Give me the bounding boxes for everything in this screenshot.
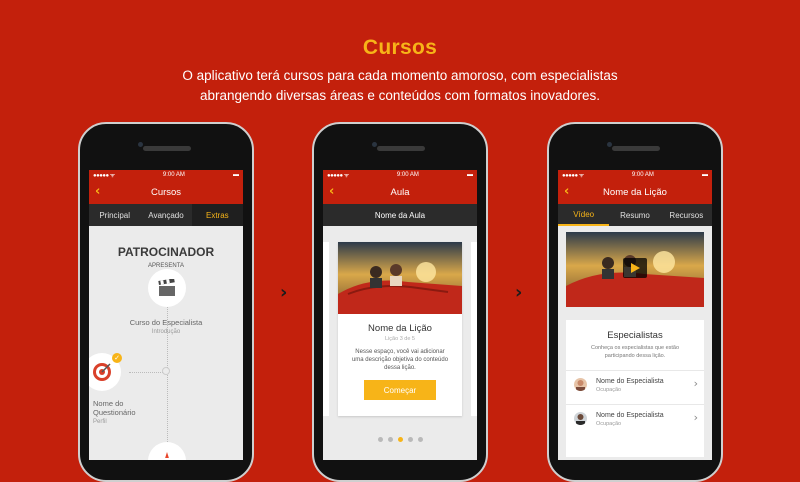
next-card-peek[interactable]	[471, 242, 477, 416]
specialist-occupation: Ocupação	[596, 421, 622, 427]
battery-icon: ▬	[233, 172, 239, 178]
panel-subtitle: Conheça os especialistas que estão parti…	[590, 345, 680, 359]
tab-resumo[interactable]: Resumo	[609, 204, 660, 226]
nav-bar: ‹ Nome da Lição	[558, 180, 712, 204]
tab-bar: Vídeo Resumo Recursos	[558, 204, 712, 226]
speaker-grille	[612, 146, 660, 151]
play-button[interactable]	[623, 258, 647, 278]
chevron-right-icon: ›	[693, 411, 698, 424]
status-bar: ●●●●● ᯤ 9:00 AM ▬	[558, 170, 712, 180]
back-chevron-icon[interactable]: ‹	[564, 184, 569, 199]
back-chevron-icon[interactable]: ‹	[329, 184, 334, 199]
path-junction	[162, 367, 170, 375]
description-line-1: O aplicativo terá cursos para cada momen…	[182, 68, 618, 83]
status-time: 9:00 AM	[396, 172, 419, 178]
specialists-panel: Especialistas Conheça os especialistas q…	[566, 320, 704, 460]
page-indicator[interactable]	[323, 437, 477, 442]
panel-title: Especialistas	[607, 330, 663, 341]
nav-bar: ‹ Cursos	[89, 180, 243, 204]
tab-principal[interactable]: Principal	[89, 204, 140, 226]
specialist-row[interactable]: Nome do Especialista Ocupação ›	[566, 370, 704, 399]
chevron-right-icon: ›	[693, 377, 698, 390]
signal-wifi-icon: ●●●●● ᯤ	[327, 173, 349, 179]
video-player[interactable]	[566, 232, 704, 307]
lesson-card[interactable]: Nome da Lição Lição 3 de 5 Nesse espaço,…	[338, 242, 462, 416]
nav-bar: ‹ Aula	[323, 180, 477, 204]
nav-title: Aula	[390, 186, 410, 198]
film-clapper-icon	[158, 279, 175, 296]
camera-dot	[607, 142, 612, 147]
page-dot[interactable]	[417, 437, 423, 442]
next-arrow-icon: ›	[515, 282, 523, 303]
lesson-description: Nesse espaço, você vai adicionar uma des…	[351, 349, 449, 371]
specialist-row[interactable]: Nome do Especialista Ocupação ›	[566, 404, 704, 433]
start-button[interactable]: Começar	[364, 380, 436, 400]
lesson-title: Nome da Lição	[368, 323, 432, 334]
battery-icon: ▬	[702, 172, 708, 178]
speaker-grille	[143, 146, 191, 151]
screen-licao: ●●●●● ᯤ 9:00 AM ▬ ‹ Nome da Lição Vídeo …	[558, 170, 712, 460]
course-node[interactable]	[148, 269, 186, 307]
tab-bar: Principal Avançado Extras	[89, 204, 243, 226]
status-bar: ●●●●● ᯤ 9:00 AM ▬	[89, 170, 243, 180]
check-badge-icon: ✓	[112, 353, 122, 363]
next-arrow-icon: ›	[280, 282, 288, 303]
quiz-title-line-1[interactable]: Nome do	[93, 399, 123, 408]
phone-mockup-cursos: ●●●●● ᯤ 9:00 AM ▬ ‹ Cursos Principal Ava…	[78, 122, 254, 482]
status-time: 9:00 AM	[162, 172, 185, 178]
slide-description: O aplicativo terá cursos para cada momen…	[120, 66, 680, 106]
traffic-cone-icon	[164, 452, 170, 460]
lesson-header: Nome da Aula	[323, 204, 477, 226]
speaker-grille	[377, 146, 425, 151]
tab-extras[interactable]: Extras	[191, 204, 243, 226]
description-line-2: abrangendo diversas áreas e conteúdos co…	[200, 88, 600, 103]
lesson-number: Lição 3 de 5	[385, 336, 415, 342]
panel-divider	[558, 457, 712, 460]
quiz-title-line-2[interactable]: Questionário	[93, 408, 136, 417]
sponsor-heading: PATROCINADOR	[117, 245, 215, 259]
specialist-name: Nome do Especialista	[596, 412, 664, 419]
signal-wifi-icon: ●●●●● ᯤ	[93, 173, 115, 179]
play-icon	[631, 263, 640, 273]
status-bar: ●●●●● ᯤ 9:00 AM ▬	[323, 170, 477, 180]
page-dot[interactable]	[407, 437, 413, 442]
course-title[interactable]: Curso do Especialista	[89, 318, 243, 327]
page-dot[interactable]	[387, 437, 393, 442]
nav-title: Cursos	[150, 186, 182, 198]
page-dot[interactable]	[377, 437, 383, 442]
course-subtitle: Introdução	[151, 329, 181, 335]
camera-dot	[372, 142, 377, 147]
slide-title: Cursos	[362, 36, 438, 59]
avatar	[574, 412, 587, 425]
avatar	[574, 378, 587, 391]
next-node[interactable]	[148, 442, 186, 460]
previous-card-peek[interactable]	[323, 242, 329, 416]
screen-cursos: ●●●●● ᯤ 9:00 AM ▬ ‹ Cursos Principal Ava…	[89, 170, 243, 460]
nav-title: Nome da Lição	[603, 186, 667, 198]
back-chevron-icon[interactable]: ‹	[95, 184, 100, 199]
target-icon	[93, 363, 111, 381]
screen-aula: ●●●●● ᯤ 9:00 AM ▬ ‹ Aula Nome da Aula No…	[323, 170, 477, 460]
lesson-image	[338, 242, 462, 314]
tab-recursos[interactable]: Recursos	[661, 204, 712, 226]
tab-video[interactable]: Vídeo	[558, 204, 610, 226]
tab-avancado[interactable]: Avançado	[140, 204, 191, 226]
camera-dot	[138, 142, 143, 147]
battery-icon: ▬	[467, 172, 473, 178]
phone-mockup-licao: ●●●●● ᯤ 9:00 AM ▬ ‹ Nome da Lição Vídeo …	[547, 122, 723, 482]
specialist-name: Nome do Especialista	[596, 378, 664, 385]
page-dot-active[interactable]	[397, 437, 403, 442]
specialist-occupation: Ocupação	[596, 387, 622, 393]
phone-mockup-aula: ●●●●● ᯤ 9:00 AM ▬ ‹ Aula Nome da Aula No…	[312, 122, 488, 482]
status-time: 9:00 AM	[631, 172, 654, 178]
signal-wifi-icon: ●●●●● ᯤ	[562, 173, 584, 179]
quiz-subtitle: Perfil	[93, 419, 107, 425]
